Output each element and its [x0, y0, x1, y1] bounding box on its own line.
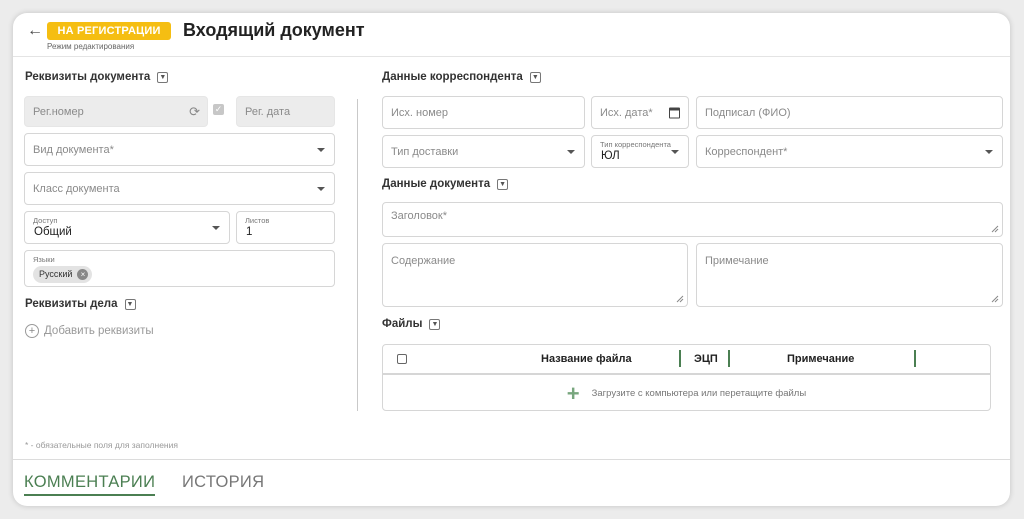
add-requisites-button[interactable]: + Добавить реквизиты	[25, 324, 154, 338]
section-files[interactable]: Файлы ▼	[382, 318, 441, 330]
doc-type-select[interactable]: Вид документа*	[24, 133, 335, 166]
section-case-requisites[interactable]: Реквизиты дела ▼	[25, 298, 136, 310]
footer-divider	[13, 459, 1010, 460]
chevron-down-icon[interactable]: ▼	[124, 298, 136, 310]
caret-down-icon	[567, 149, 575, 154]
column-resizer[interactable]	[728, 350, 730, 367]
out-date-input[interactable]: Исх. дата*	[591, 96, 689, 129]
select-all-checkbox[interactable]	[397, 354, 407, 364]
mode-label: Режим редактирования	[47, 42, 135, 51]
heading-textarea[interactable]: Заголовок*	[382, 202, 1003, 237]
status-badge: НА РЕГИСТРАЦИИ	[47, 22, 171, 40]
section-title: Реквизиты дела	[25, 298, 118, 310]
section-doc-requisites[interactable]: Реквизиты документа ▼	[25, 71, 169, 83]
signed-by-placeholder: Подписал (ФИО)	[705, 106, 791, 119]
file-upload-dropzone[interactable]: + Загрузите с компьютера или перетащите …	[383, 377, 990, 410]
chevron-down-icon[interactable]: ▼	[429, 318, 441, 330]
doc-class-select[interactable]: Класс документа	[24, 172, 335, 205]
column-divider	[357, 99, 358, 411]
content-textarea[interactable]: Содержание	[382, 243, 688, 307]
section-title: Данные документа	[382, 178, 491, 190]
section-title: Файлы	[382, 318, 423, 330]
upload-text: Загрузите с компьютера или перетащите фа…	[591, 388, 807, 399]
tab-comments[interactable]: КОММЕНТАРИИ	[24, 473, 156, 496]
caret-down-icon	[317, 147, 325, 152]
calendar-icon[interactable]	[669, 107, 680, 118]
doc-class-placeholder: Класс документа	[33, 182, 120, 195]
reg-date-placeholder: Рег. дата	[245, 105, 291, 118]
column-header-file-name[interactable]: Название файла	[541, 353, 632, 365]
caret-down-icon	[317, 186, 325, 191]
caret-down-icon	[212, 225, 220, 230]
note-placeholder: Примечание	[705, 255, 769, 267]
sheets-input[interactable]: Листов 1	[236, 211, 335, 244]
languages-input[interactable]: Языки Русский ×	[24, 250, 335, 287]
resize-handle-icon[interactable]	[676, 295, 684, 303]
access-select[interactable]: Доступ Общий	[24, 211, 230, 244]
correspondent-select[interactable]: Корреспондент*	[696, 135, 1003, 168]
document-card: ← НА РЕГИСТРАЦИИ Режим редактирования Вх…	[13, 13, 1010, 506]
out-number-placeholder: Исх. номер	[391, 106, 449, 119]
files-table: Название файла ЭЦП Примечание + Загрузит…	[382, 344, 991, 411]
sheets-value: 1	[246, 226, 253, 238]
out-number-input[interactable]: Исх. номер	[382, 96, 585, 129]
reg-number-input[interactable]: Рег.номер ⟳	[24, 96, 208, 127]
section-title: Реквизиты документа	[25, 71, 151, 83]
refresh-icon[interactable]: ⟳	[189, 104, 200, 120]
column-resizer[interactable]	[679, 350, 681, 367]
note-textarea[interactable]: Примечание	[696, 243, 1003, 307]
required-fields-note: * - обязательные поля для заполнения	[25, 440, 178, 450]
heading-placeholder: Заголовок*	[391, 210, 447, 222]
resize-handle-icon[interactable]	[991, 295, 999, 303]
sheets-label: Листов	[245, 216, 270, 225]
out-date-placeholder: Исх. дата*	[600, 106, 653, 119]
caret-down-icon	[985, 149, 993, 154]
reg-number-placeholder: Рег.номер	[33, 105, 84, 118]
add-requisites-label: Добавить реквизиты	[44, 325, 154, 337]
plus-circle-icon: +	[25, 324, 39, 338]
section-correspondent[interactable]: Данные корреспондента ▼	[382, 71, 541, 83]
files-table-header: Название файла ЭЦП Примечание	[383, 345, 990, 375]
corr-type-label: Тип корреспондента	[600, 140, 671, 149]
column-header-note[interactable]: Примечание	[787, 353, 854, 365]
page-title: Входящий документ	[183, 20, 365, 40]
arrow-left-icon[interactable]: ←	[27, 22, 43, 40]
corr-type-select[interactable]: Тип корреспондента ЮЛ	[591, 135, 689, 168]
page-header: ← НА РЕГИСТРАЦИИ Режим редактирования Вх…	[13, 13, 1010, 57]
languages-label: Языки	[33, 255, 55, 264]
reg-checkbox[interactable]: ✓	[213, 104, 224, 115]
section-document-data[interactable]: Данные документа ▼	[382, 178, 509, 190]
close-icon[interactable]: ×	[77, 269, 89, 280]
access-value: Общий	[34, 226, 72, 238]
doc-type-placeholder: Вид документа*	[33, 143, 114, 156]
delivery-type-select[interactable]: Тип доставки	[382, 135, 585, 168]
content-placeholder: Содержание	[391, 255, 456, 267]
plus-icon: +	[566, 380, 580, 406]
chevron-down-icon[interactable]: ▼	[157, 71, 169, 83]
section-title: Данные корреспондента	[382, 71, 523, 83]
column-header-signature[interactable]: ЭЦП	[694, 353, 718, 365]
signed-by-input[interactable]: Подписал (ФИО)	[696, 96, 1003, 129]
column-resizer[interactable]	[914, 350, 916, 367]
corr-type-value: ЮЛ	[601, 150, 620, 162]
language-chip-label: Русский	[39, 269, 73, 279]
delivery-type-placeholder: Тип доставки	[391, 145, 459, 158]
chevron-down-icon[interactable]: ▼	[529, 71, 541, 83]
language-chip[interactable]: Русский ×	[33, 266, 93, 283]
tab-history[interactable]: ИСТОРИЯ	[182, 473, 264, 492]
access-label: Доступ	[33, 216, 58, 225]
caret-down-icon	[671, 149, 679, 154]
correspondent-placeholder: Корреспондент*	[705, 145, 788, 158]
resize-handle-icon[interactable]	[991, 225, 999, 233]
reg-date-input[interactable]: Рег. дата	[236, 96, 335, 127]
chevron-down-icon[interactable]: ▼	[497, 178, 509, 190]
